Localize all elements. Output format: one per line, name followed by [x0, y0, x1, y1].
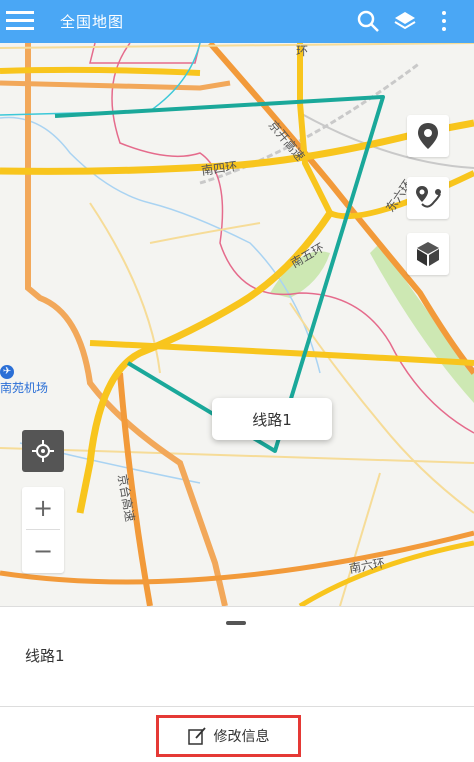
zoom-out-button[interactable]: − — [22, 530, 64, 572]
more-icon — [442, 11, 446, 31]
location-pin-icon — [418, 123, 438, 149]
zoom-control: + − — [22, 487, 64, 573]
locate-button[interactable] — [22, 430, 64, 472]
more-button[interactable] — [428, 6, 460, 36]
route-pin-icon — [416, 186, 441, 208]
layers-button[interactable] — [389, 6, 421, 36]
airplane-icon: ✈ — [0, 365, 14, 379]
app-bar: 全国地图 — [0, 0, 474, 43]
app-title: 全国地图 — [60, 13, 125, 31]
zoom-in-button[interactable]: + — [22, 487, 64, 529]
airport-label: 南苑机场 — [0, 381, 49, 395]
label-nansihuan: 南四环 — [200, 158, 238, 178]
edit-info-button[interactable]: 修改信息 — [156, 715, 301, 757]
route-info-panel: 线路1 — [0, 606, 474, 707]
map-base: 环 京开高速 南四环 南五环 东六环 京台高速 南六环 — [0, 43, 474, 606]
edit-icon — [187, 727, 206, 745]
edit-info-label: 修改信息 — [213, 729, 270, 745]
menu-icon — [6, 11, 34, 30]
route-name: 线路1 — [25, 647, 65, 665]
search-icon — [357, 10, 379, 32]
route-pin-button[interactable] — [407, 177, 449, 219]
map-view[interactable]: 环 京开高速 南四环 南五环 东六环 京台高速 南六环 ✈ 南苑机场 线路1 +… — [0, 43, 474, 606]
location-pin-button[interactable] — [407, 115, 449, 157]
label-huan: 环 — [296, 44, 308, 58]
airport-marker: ✈ 南苑机场 — [0, 363, 48, 396]
cube-button[interactable] — [407, 233, 449, 275]
cube-icon — [417, 242, 439, 266]
route-callout-label: 线路1 — [252, 410, 292, 429]
search-button[interactable] — [352, 6, 384, 36]
crosshair-icon — [32, 440, 54, 462]
route-callout[interactable]: 线路1 — [212, 398, 332, 440]
bottom-action-bar: 修改信息 — [0, 706, 474, 762]
menu-button[interactable] — [4, 6, 36, 36]
drag-handle[interactable] — [226, 621, 246, 625]
layers-icon — [394, 12, 416, 30]
